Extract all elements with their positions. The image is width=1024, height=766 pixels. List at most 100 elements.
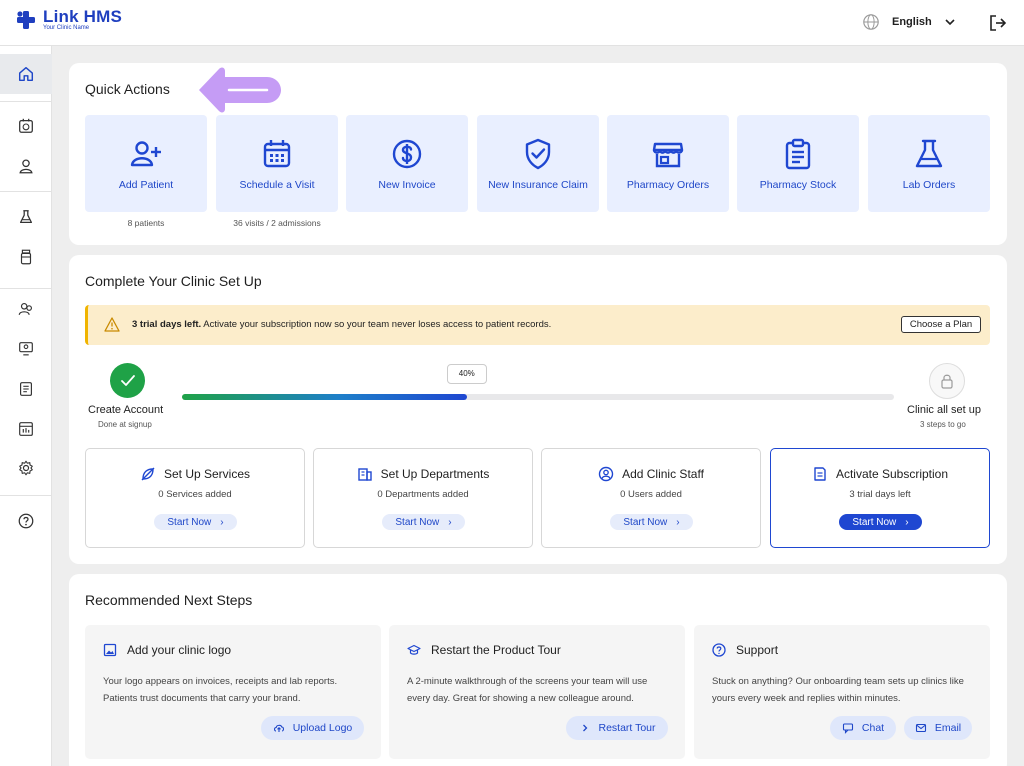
quick-action-pharmacy-orders[interactable]: Pharmacy Orders <box>607 115 729 212</box>
task-title: Set Up Services <box>163 467 251 481</box>
help-circle-icon <box>18 513 34 529</box>
flask-icon <box>19 210 33 224</box>
quick-action-label: Lab Orders <box>902 179 956 191</box>
sidebar-item-billing[interactable] <box>0 369 52 409</box>
language-label: English <box>892 16 932 28</box>
step-end-label: Clinic all set up <box>907 404 981 416</box>
cloud-upload-icon <box>273 724 284 732</box>
store-icon <box>652 142 684 168</box>
clipboard-icon <box>785 138 811 170</box>
chevron-down-icon <box>945 19 955 26</box>
medicine-bottle-icon <box>20 249 32 265</box>
app-name: Link HMS <box>43 7 123 26</box>
task-title: Add Clinic Staff <box>622 467 704 481</box>
shield-check-icon <box>525 138 551 170</box>
leaf-off-icon <box>141 467 155 481</box>
quick-action-label: Pharmacy Orders <box>626 179 710 191</box>
start-now-button[interactable]: Start Now › <box>382 514 465 530</box>
sidebar-item-devices[interactable] <box>0 329 52 369</box>
task-activate-subscription[interactable]: Activate Subscription 3 trial days left … <box>770 448 990 548</box>
language-selector[interactable]: English <box>862 13 956 31</box>
annotation-arrow-icon <box>199 67 281 113</box>
quick-action-label: Schedule a Visit <box>239 179 315 191</box>
clinic-setup-card: Complete Your Clinic Set Up 3 trial days… <box>69 255 1007 564</box>
rec-support: Support Stuck on anything? Our onboardin… <box>694 625 990 759</box>
sidebar-item-lab[interactable] <box>0 197 52 237</box>
rec-restart-tour: Restart the Product Tour A 2-minute walk… <box>389 625 685 759</box>
chevron-right-icon <box>582 724 587 732</box>
logout-icon[interactable] <box>988 13 1008 33</box>
rec-desc: A 2-minute walkthrough of the screens yo… <box>407 676 648 704</box>
quick-action-lab-orders[interactable]: Lab Orders <box>868 115 990 212</box>
setup-title: Complete Your Clinic Set Up <box>85 273 262 289</box>
user-icon <box>19 159 33 174</box>
warning-icon <box>104 317 120 332</box>
lock-icon <box>929 363 965 399</box>
app-header: Link HMS Your Clinic Name English <box>0 0 1024 46</box>
setup-progress-fill <box>182 394 467 400</box>
quick-action-new-invoice[interactable]: New Invoice <box>346 115 468 212</box>
receipt-icon <box>814 467 826 481</box>
sidebar-item-settings[interactable] <box>0 448 52 488</box>
quick-action-sub-patients: 8 patients <box>127 218 165 228</box>
step-end-sub: 3 steps to go <box>920 420 966 429</box>
logo[interactable]: Link HMS Your Clinic Name <box>16 8 122 32</box>
rec-desc: Stuck on anything? Our onboarding team s… <box>712 676 964 704</box>
trial-message: 3 trial days left. Activate your subscri… <box>132 319 552 330</box>
sidebar-item-patients[interactable] <box>0 146 52 186</box>
task-sub: 3 trial days left <box>849 489 911 500</box>
task-set-up-departments[interactable]: Set Up Departments 0 Departments added S… <box>313 448 533 548</box>
rec-title: Support <box>736 643 779 657</box>
setup-progress-bar <box>182 394 894 400</box>
task-title: Set Up Departments <box>380 467 490 481</box>
trial-banner: 3 trial days left. Activate your subscri… <box>85 305 990 345</box>
sidebar-item-appointments[interactable] <box>0 106 52 146</box>
choose-plan-button[interactable]: Choose a Plan <box>901 316 981 333</box>
task-title: Activate Subscription <box>835 467 949 481</box>
email-button[interactable]: Email <box>904 716 972 740</box>
help-circle-icon <box>712 643 726 657</box>
start-now-button[interactable]: Start Now › <box>839 514 922 530</box>
task-sub: 0 Services added <box>158 489 232 500</box>
quick-action-schedule-visit[interactable]: Schedule a Visit <box>216 115 338 212</box>
rec-desc: Your logo appears on invoices, receipts … <box>103 676 338 704</box>
users-icon <box>18 303 32 316</box>
quick-action-new-insurance-claim[interactable]: New Insurance Claim <box>477 115 599 212</box>
start-now-button[interactable]: Start Now › <box>610 514 693 530</box>
calendar-clock-icon <box>19 118 33 133</box>
calendar-icon <box>263 140 291 168</box>
task-set-up-services[interactable]: Set Up Services 0 Services added Start N… <box>85 448 305 548</box>
graduation-cap-icon <box>407 644 421 655</box>
step-start-label: Create Account <box>88 404 164 416</box>
progress-percent-label: 40% <box>446 364 487 384</box>
dollar-circle-icon <box>392 139 422 169</box>
chat-button[interactable]: Chat <box>830 716 896 740</box>
monitor-user-icon <box>19 342 33 356</box>
user-circle-icon <box>598 466 614 482</box>
upload-logo-button[interactable]: Upload Logo <box>261 716 364 740</box>
quick-action-label: Pharmacy Stock <box>759 179 837 191</box>
rec-title: Restart the Product Tour <box>431 643 561 657</box>
mail-icon <box>915 723 926 733</box>
receipt-icon <box>20 382 32 396</box>
rec-add-clinic-logo: Add your clinic logo Your logo appears o… <box>85 625 381 759</box>
sidebar-item-staff[interactable] <box>0 289 52 329</box>
step-complete-icon <box>110 363 145 398</box>
quick-action-label: New Invoice <box>378 179 436 191</box>
quick-action-pharmacy-stock[interactable]: Pharmacy Stock <box>737 115 859 212</box>
task-add-clinic-staff[interactable]: Add Clinic Staff 0 Users added Start Now… <box>541 448 761 548</box>
sidebar-item-help[interactable] <box>0 501 52 541</box>
sidebar-item-reports[interactable] <box>0 409 52 449</box>
chat-icon <box>842 723 853 734</box>
quick-action-sub-visits: 36 visits / 2 admissions <box>233 218 321 228</box>
sidebar-item-pharmacy[interactable] <box>0 237 52 277</box>
logo-cross-icon <box>16 10 36 30</box>
sidebar-item-home[interactable] <box>0 54 52 94</box>
task-sub: 0 Users added <box>620 489 682 500</box>
quick-actions-title: Quick Actions <box>85 81 170 97</box>
quick-action-label: New Insurance Claim <box>488 179 588 191</box>
rec-title: Add your clinic logo <box>127 643 232 657</box>
start-now-button[interactable]: Start Now › <box>154 514 237 530</box>
quick-action-add-patient[interactable]: Add Patient <box>85 115 207 212</box>
restart-tour-button[interactable]: Restart Tour <box>566 716 668 740</box>
